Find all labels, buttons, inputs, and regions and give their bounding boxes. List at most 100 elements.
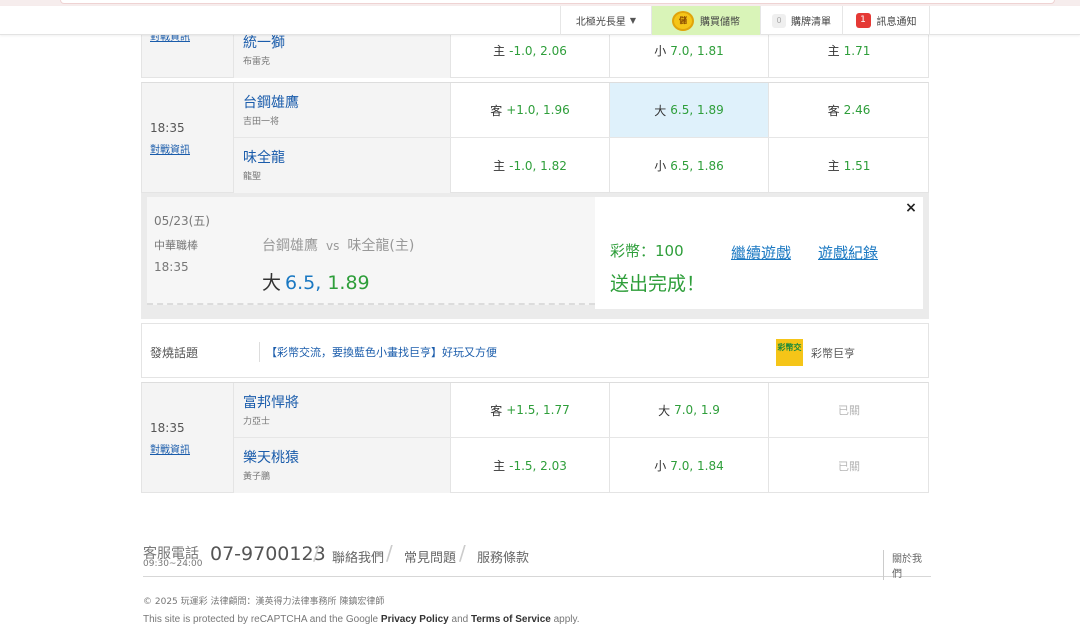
footer-contact: 客服電話 09:30~24:00 07-9700123 / 聯絡我們 / 常見問… bbox=[143, 541, 931, 580]
total-side: 大 bbox=[658, 403, 671, 418]
coin-amount: 彩幣：100 bbox=[610, 242, 684, 260]
bet-confirmation-panel: 05/23(五) 中華職棒 18:35 台鋼雄鷹 vs 味全龍(主) 大 6.5, 1… bbox=[141, 193, 929, 319]
moneyline-side: 主 bbox=[827, 159, 840, 173]
spread-value: -1.0, 1.82 bbox=[509, 158, 567, 173]
cart-count-badge: 0 bbox=[772, 13, 786, 28]
moneyline-closed-cell: 已關 bbox=[838, 459, 860, 473]
recaptcha-notice: This site is protected by reCAPTCHA and … bbox=[143, 614, 580, 625]
total-side: 大 bbox=[654, 103, 667, 118]
hot-topic-label: 發燒話題 bbox=[150, 346, 199, 360]
footer-link-contact[interactable]: 聯絡我們 bbox=[332, 547, 384, 566]
buy-coins-button[interactable]: 儲 購買儲幣 bbox=[651, 6, 760, 35]
footer-link-terms[interactable]: 服務條款 bbox=[477, 547, 529, 566]
vs-label: vs bbox=[326, 239, 340, 253]
total-odds-cell[interactable]: 小 7.0, 1.84 bbox=[610, 438, 769, 493]
service-hours: 09:30~24:00 bbox=[143, 559, 203, 569]
recaptcha-and: and bbox=[451, 614, 469, 625]
notification-count-badge: 1 bbox=[855, 13, 871, 28]
pick-odds: 1.89 bbox=[327, 272, 370, 294]
pitcher-name: 力亞士 bbox=[243, 417, 271, 427]
user-avatar[interactable]: 彩幣交 bbox=[776, 339, 803, 366]
buy-coins-label: 購買儲幣 bbox=[700, 17, 740, 28]
moneyline-side: 客 bbox=[827, 103, 840, 118]
close-icon[interactable]: × bbox=[901, 198, 921, 218]
total-value: 6.5, 1.86 bbox=[670, 158, 724, 173]
footer-link-about[interactable]: 關於我們 bbox=[883, 550, 931, 580]
pitcher-name: 布雷克 bbox=[243, 57, 271, 67]
away-team: 台鋼雄鷹 bbox=[262, 238, 318, 254]
ticket-time: 18:35 bbox=[154, 260, 189, 274]
pitcher-name: 吉田一将 bbox=[243, 117, 280, 127]
hot-topic-bar: 發燒話題 【彩幣交流，要換藍色小畫找巨亨】好玩又方便 彩幣交 彩幣巨亨 bbox=[141, 323, 929, 378]
team-name[interactable]: 樂天桃猿 bbox=[243, 447, 299, 467]
notifications-label: 訊息通知 bbox=[876, 17, 917, 28]
moneyline-value: 1.71 bbox=[843, 43, 871, 58]
slash-divider: / bbox=[313, 541, 320, 565]
continue-game-link[interactable]: 繼續遊戲 bbox=[731, 242, 791, 263]
spread-odds-cell[interactable]: 客 +1.5, 1.77 bbox=[451, 383, 610, 437]
moneyline-value: 2.46 bbox=[843, 103, 871, 117]
spread-value: +1.0, 1.96 bbox=[506, 103, 570, 117]
total-value: 6.5, 1.89 bbox=[670, 103, 724, 117]
game-record-link[interactable]: 遊戲紀錄 bbox=[818, 242, 878, 263]
team-name[interactable]: 味全龍 bbox=[243, 147, 285, 167]
team-name[interactable]: 台鋼雄鷹 bbox=[243, 92, 299, 112]
total-side: 小 bbox=[654, 44, 667, 58]
team-cell: 台鋼雄鷹 吉田一将 bbox=[234, 83, 451, 137]
ticket-league: 中華職棒 bbox=[154, 239, 198, 252]
total-odds-cell-selected[interactable]: 大 6.5, 1.89 bbox=[610, 83, 769, 137]
spread-side: 主 bbox=[493, 459, 506, 473]
team-cell: 富邦悍將 力亞士 bbox=[234, 383, 451, 437]
team-name[interactable]: 統一獅 bbox=[243, 32, 285, 52]
topic-user-name[interactable]: 彩幣巨亨 bbox=[811, 345, 855, 361]
pick-side: 大 bbox=[262, 272, 282, 294]
team-name[interactable]: 富邦悍將 bbox=[243, 392, 299, 412]
game-time-column: 18:35 對戰資訊 bbox=[142, 83, 234, 192]
footer-link-faq[interactable]: 常見問題 bbox=[404, 547, 456, 566]
moneyline-odds-cell[interactable]: 客 2.46 bbox=[769, 83, 929, 137]
total-odds-cell[interactable]: 小 6.5, 1.86 bbox=[610, 138, 769, 193]
moneyline-closed-cell: 已關 bbox=[838, 404, 860, 417]
game-block-2: 18:35 對戰資訊 台鋼雄鷹 吉田一将 客 +1.0, 1.96 大 6.5, 1… bbox=[141, 82, 929, 193]
spread-side: 客 bbox=[490, 103, 503, 118]
total-side: 小 bbox=[654, 459, 667, 473]
total-odds-cell[interactable]: 大 7.0, 1.9 bbox=[610, 383, 769, 437]
total-value: 7.0, 1.81 bbox=[670, 43, 724, 58]
spread-side: 主 bbox=[493, 44, 506, 58]
notifications-button[interactable]: 1 訊息通知 bbox=[842, 6, 930, 35]
pick-line: 6.5, bbox=[285, 272, 322, 294]
spread-odds-cell[interactable]: 主 -1.0, 1.82 bbox=[451, 138, 610, 193]
ticket-matchup: 台鋼雄鷹 vs 味全龍(主) bbox=[262, 235, 414, 255]
game-block-3: 18:35 對戰資訊 富邦悍將 力亞士 客 +1.5, 1.77 大 7.0, 1.… bbox=[141, 382, 929, 493]
ticket-pick: 大 6.5, 1.89 bbox=[262, 268, 370, 295]
terms-of-service-link[interactable]: Terms of Service bbox=[471, 614, 551, 625]
moneyline-side: 主 bbox=[827, 44, 840, 58]
game-time: 18:35 bbox=[150, 121, 185, 135]
game-row: 富邦悍將 力亞士 客 +1.5, 1.77 大 7.0, 1.9 已關 bbox=[234, 383, 929, 438]
game-row: 台鋼雄鷹 吉田一将 客 +1.0, 1.96 大 6.5, 1.89 客 2.46 bbox=[234, 83, 929, 138]
spread-odds-cell[interactable]: 客 +1.0, 1.96 bbox=[451, 83, 610, 137]
total-side: 小 bbox=[654, 159, 667, 173]
submit-complete-message: 送出完成！ bbox=[610, 273, 706, 295]
game-time-column: 18:35 對戰資訊 bbox=[142, 383, 234, 492]
slash-divider: / bbox=[459, 541, 466, 565]
cart-label: 購牌清單 bbox=[791, 17, 831, 28]
cart-button[interactable]: 0 購牌清單 bbox=[760, 6, 842, 35]
user-menu[interactable]: 北極光長星 ▼ bbox=[560, 6, 651, 35]
moneyline-odds-cell[interactable]: 主 1.51 bbox=[769, 138, 929, 193]
matchup-info-link[interactable]: 對戰資訊 bbox=[150, 141, 190, 156]
bet-result: 彩幣：100 繼續遊戲 遊戲紀錄 送出完成！ bbox=[595, 197, 923, 309]
matchup-info-link[interactable]: 對戰資訊 bbox=[150, 441, 190, 456]
team-cell: 味全龍 龍聖 bbox=[234, 138, 451, 193]
spread-odds-cell[interactable]: 主 -1.5, 2.03 bbox=[451, 438, 610, 493]
privacy-policy-link[interactable]: Privacy Policy bbox=[381, 614, 449, 625]
hot-topic-link[interactable]: 【彩幣交流，要換藍色小畫找巨亨】好玩又方便 bbox=[266, 344, 497, 360]
home-team: 味全龍(主) bbox=[347, 238, 415, 254]
bet-ticket: 05/23(五) 中華職棒 18:35 台鋼雄鷹 vs 味全龍(主) 大 6.5, 1… bbox=[147, 197, 595, 305]
game-row: 樂天桃猿 黃子鵬 主 -1.5, 2.03 小 7.0, 1.84 已關 bbox=[234, 438, 929, 493]
slash-divider: / bbox=[386, 541, 393, 565]
user-name: 北極光長星 bbox=[575, 17, 626, 28]
team-cell: 樂天桃猿 黃子鵬 bbox=[234, 438, 451, 493]
ticket-date: 05/23(五) bbox=[154, 214, 210, 228]
spread-value: +1.5, 1.77 bbox=[506, 403, 570, 417]
